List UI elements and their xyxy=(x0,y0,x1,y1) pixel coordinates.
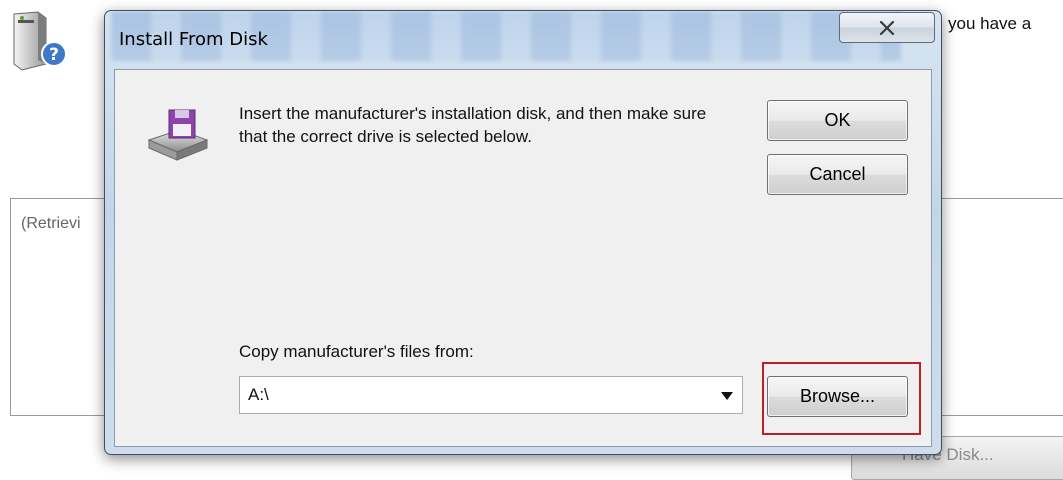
chevron-down-icon xyxy=(721,392,733,400)
close-icon xyxy=(879,20,895,35)
computer-help-icon: ? xyxy=(8,8,70,72)
install-from-disk-dialog: Install From Disk Insert the manufacture… xyxy=(104,10,942,455)
instruction-text: Insert the manufacturer's installation d… xyxy=(239,104,707,146)
path-combobox[interactable]: A:\ xyxy=(239,376,743,414)
background-header-text: you have a xyxy=(948,14,1032,33)
copy-from-label: Copy manufacturer's files from: xyxy=(239,342,474,361)
floppy-drive-icon xyxy=(145,100,209,164)
svg-text:?: ? xyxy=(49,45,59,65)
background-list-status: (Retrievi xyxy=(21,215,81,232)
path-value: A:\ xyxy=(248,385,269,404)
cancel-button[interactable]: Cancel xyxy=(767,154,908,195)
close-button[interactable] xyxy=(839,12,935,43)
ok-button[interactable]: OK xyxy=(767,100,908,141)
browse-button[interactable]: Browse... xyxy=(767,376,908,417)
dialog-client-area: Insert the manufacturer's installation d… xyxy=(114,69,932,447)
dialog-title: Install From Disk xyxy=(119,29,268,50)
dropdown-toggle[interactable] xyxy=(718,388,736,404)
